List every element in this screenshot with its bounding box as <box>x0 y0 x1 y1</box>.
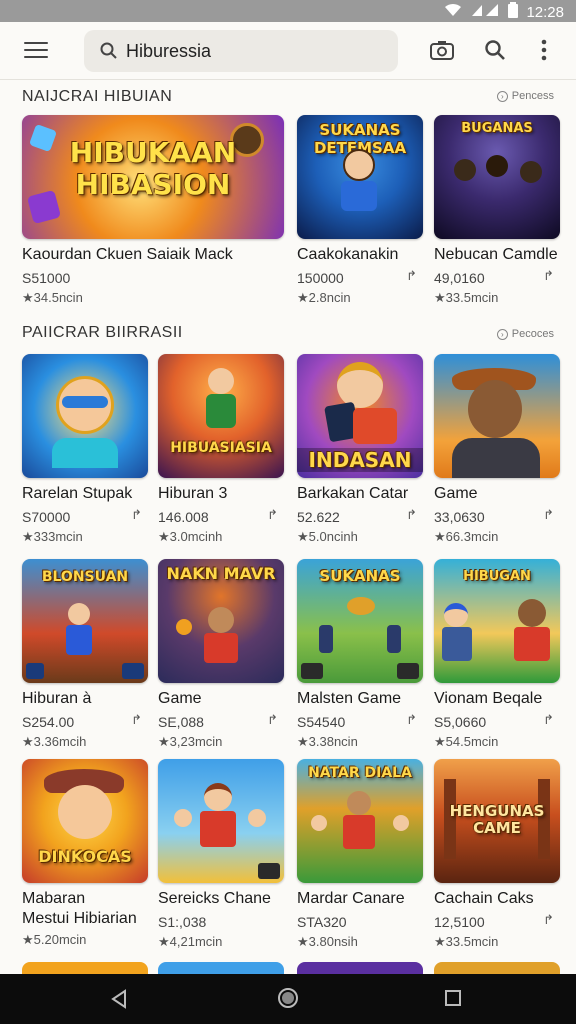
share-icon[interactable]: ↱ <box>131 507 142 523</box>
search-action-icon[interactable] <box>484 39 506 66</box>
game-card[interactable]: Rarelan Stupak S70000 ★333mcin ↱ <box>22 354 148 545</box>
game-card[interactable]: NAKN MAVR Game SE,088 ★3,23mcin ↱ <box>158 559 284 750</box>
share-icon[interactable]: ↱ <box>131 712 142 728</box>
game-card-peek <box>434 962 560 974</box>
search-bar[interactable] <box>84 30 398 72</box>
game-thumbnail: INDASAN <box>297 354 423 478</box>
game-thumbnail: DINKOCAS <box>22 759 148 883</box>
game-thumbnail <box>22 354 148 478</box>
status-bar: 12:28 <box>0 0 576 22</box>
game-thumbnail <box>434 354 560 478</box>
system-nav-bar <box>0 974 576 1024</box>
game-card[interactable]: SUKANAS DETEMSAA Caakokanakin 150000 ★2.… <box>297 115 423 306</box>
game-card[interactable]: HENGUNAS CAME Cachain Caks 12,5100 ★33.5… <box>434 759 560 950</box>
game-card[interactable]: BLONSUAN Hiburan à S254.00 ★3.36mcih ↱ <box>22 559 148 750</box>
share-icon[interactable]: ↱ <box>406 507 417 523</box>
status-time: 12:28 <box>526 3 564 21</box>
share-icon[interactable]: ↱ <box>543 507 554 523</box>
game-card[interactable]: Sereicks Chane S1:,038 ★4,21mcin <box>158 759 284 950</box>
share-icon[interactable]: ↱ <box>267 507 278 523</box>
share-icon[interactable]: ↱ <box>406 268 417 284</box>
game-thumbnail: HENGUNAS CAME <box>434 759 560 883</box>
game-thumbnail: BUGANAS <box>434 115 560 239</box>
game-card[interactable]: HIBUKAAN HIBASION Kaourdan Ckuen Saiaik … <box>22 115 284 306</box>
section-title: NAIJCRAI HIBUIAN <box>22 88 173 105</box>
home-icon[interactable] <box>277 987 299 1014</box>
game-thumbnail: NAKN MAVR <box>158 559 284 683</box>
game-card[interactable]: HIBUASIASIA Hiburan 3 146.008 ★3.0mcinh … <box>158 354 284 545</box>
share-icon[interactable]: ↱ <box>543 712 554 728</box>
camera-icon[interactable] <box>430 39 454 66</box>
menu-icon[interactable] <box>24 42 48 60</box>
search-input[interactable] <box>126 38 386 64</box>
search-icon <box>100 42 118 65</box>
game-card-peek <box>297 962 423 974</box>
game-thumbnail: HIBUGAN <box>434 559 560 683</box>
recents-icon[interactable] <box>444 989 462 1012</box>
game-card[interactable]: NATAR DIALA Mardar Canare STA320 ★3.80ns… <box>297 759 423 950</box>
section-more-link[interactable]: › Pencess <box>496 90 554 102</box>
game-card[interactable]: DINKOCAS Mabaran Mestui Hibiarian ★5.20m… <box>22 759 148 948</box>
info-icon: › <box>496 90 508 102</box>
game-card-peek <box>22 962 148 974</box>
share-icon[interactable]: ↱ <box>267 712 278 728</box>
game-card[interactable]: HIBUGAN Vionam Beqale S5,0660 ★54.5mcin … <box>434 559 560 750</box>
game-thumbnail: SUKANAS <box>297 559 423 683</box>
back-icon[interactable] <box>110 989 128 1014</box>
game-thumbnail: NATAR DIALA <box>297 759 423 883</box>
share-icon[interactable]: ↱ <box>406 712 417 728</box>
game-card[interactable]: SUKANAS Malsten Game S54540 ★3.38ncin ↱ <box>297 559 423 750</box>
app-bar <box>0 22 576 80</box>
game-thumbnail: HIBUKAAN HIBASION <box>22 115 284 239</box>
info-icon: › <box>496 328 508 340</box>
signal-icon <box>470 3 500 21</box>
game-thumbnail: BLONSUAN <box>22 559 148 683</box>
game-thumbnail <box>158 759 284 883</box>
game-card[interactable]: Game 33,0630 ★66.3mcin ↱ <box>434 354 560 545</box>
more-vert-icon[interactable] <box>540 39 548 66</box>
game-card-peek <box>158 962 284 974</box>
game-thumbnail: SUKANAS DETEMSAA <box>297 115 423 239</box>
game-card[interactable]: INDASAN Barkakan Catar 52.622 ★5.0ncinh … <box>297 354 423 545</box>
share-icon[interactable]: ↱ <box>543 912 554 928</box>
battery-icon <box>508 2 519 22</box>
game-card[interactable]: BUGANAS Nebucan Camdle 49,0160 ★33.5mcin… <box>434 115 560 306</box>
section-title: PAIICRAR BIIRRASII <box>22 324 183 341</box>
section-more-link[interactable]: › Pecoces <box>496 328 554 340</box>
game-thumbnail: HIBUASIASIA <box>158 354 284 478</box>
wifi-icon <box>444 3 462 21</box>
share-icon[interactable]: ↱ <box>543 268 554 284</box>
